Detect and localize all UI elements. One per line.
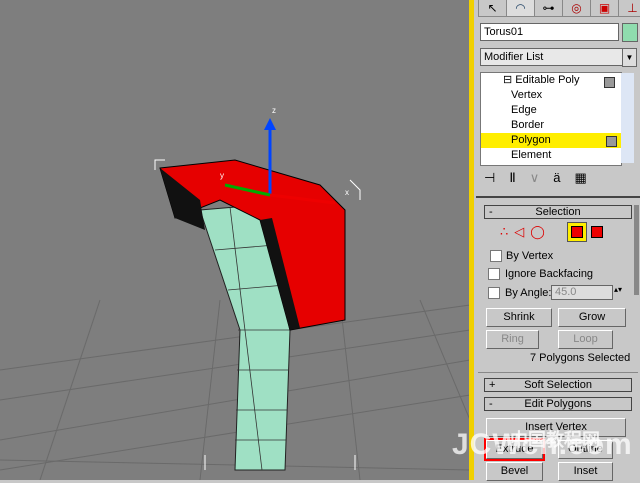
- soft-selection-toggle: +: [489, 379, 496, 391]
- stack-item-element[interactable]: Element: [481, 148, 621, 163]
- motion-icon: ◎: [571, 1, 582, 15]
- by-angle-input[interactable]: 45.0: [551, 285, 613, 300]
- stack-root-label: Editable Poly: [515, 74, 580, 86]
- modifier-stack[interactable]: ⊟ Editable Poly Vertex Edge Border Polyg…: [480, 72, 622, 166]
- utilities-icon: ⊥: [627, 1, 638, 15]
- edit-polygons-toggle: -: [489, 398, 493, 410]
- border-mode-icon[interactable]: ◯: [530, 224, 551, 239]
- create-tab[interactable]: ↖: [478, 0, 507, 17]
- vertex-mode-icon[interactable]: ∴: [500, 224, 514, 239]
- panel-scrollbar[interactable]: [634, 205, 639, 295]
- stack-item-edge[interactable]: Edge: [481, 103, 621, 118]
- modify-tab[interactable]: ◠: [506, 0, 535, 17]
- grow-button[interactable]: Grow: [558, 308, 626, 327]
- element-mode-icon[interactable]: [591, 226, 603, 238]
- by-angle-checkbox[interactable]: [488, 287, 500, 299]
- hierarchy-icon: ⊶: [542, 1, 555, 15]
- soft-selection-title: Soft Selection: [524, 379, 592, 391]
- stack-item-polygon[interactable]: Polygon: [481, 133, 621, 148]
- viewport-perspective[interactable]: z x y: [0, 0, 474, 481]
- hierarchy-tab[interactable]: ⊶: [534, 0, 563, 17]
- pin-stack-icon[interactable]: ⊣: [484, 170, 509, 185]
- ignore-backfacing-label: Ignore Backfacing: [505, 268, 594, 280]
- polygon-label: Polygon: [511, 134, 551, 146]
- stack-toolbar: ⊣Ⅱ∨ä▦: [484, 170, 601, 186]
- selection-title: Selection: [535, 206, 581, 218]
- angle-spinner[interactable]: ▴▾: [614, 285, 622, 294]
- modifier-list-label: Modifier List: [484, 51, 544, 63]
- axis-y-label: y: [220, 171, 224, 180]
- display-tab[interactable]: ▣: [590, 0, 619, 17]
- selection-status: 7 Polygons Selected: [530, 352, 631, 364]
- shrink-button[interactable]: Shrink: [486, 308, 552, 327]
- remove-modifier-icon[interactable]: ä: [553, 170, 574, 185]
- watermark-cn: 中国教程网: [510, 430, 600, 450]
- by-vertex-label: By Vertex: [506, 250, 554, 262]
- by-angle-label: By Angle:: [505, 287, 552, 299]
- object-name-input[interactable]: Torus01: [480, 23, 619, 41]
- home-grid: [0, 299, 471, 481]
- modifier-list-dropdown[interactable]: Modifier List: [480, 48, 625, 66]
- by-vertex-checkbox[interactable]: [490, 250, 502, 262]
- utilities-tab[interactable]: ⊥: [618, 0, 640, 17]
- polygon-icon: [571, 226, 583, 238]
- stack-item-editable-poly[interactable]: ⊟ Editable Poly: [481, 73, 621, 88]
- modify-icon: ◠: [515, 1, 526, 15]
- show-end-result-icon[interactable]: Ⅱ: [509, 170, 529, 185]
- command-panel: ↖ ◠ ⊶ ◎ ▣ ⊥ Torus01 Modifier List ▼ ⊟ Ed…: [476, 0, 640, 481]
- configure-modifier-sets-icon[interactable]: ▦: [574, 170, 600, 185]
- selection-rollout-header[interactable]: - Selection: [484, 205, 632, 219]
- loop-button[interactable]: Loop: [558, 330, 613, 349]
- stack-item-border[interactable]: Border: [481, 118, 621, 133]
- stack-scrollbar[interactable]: [621, 73, 634, 163]
- object-color-swatch[interactable]: [622, 23, 638, 42]
- make-unique-icon[interactable]: ∨: [530, 170, 554, 185]
- motion-tab[interactable]: ◎: [562, 0, 591, 17]
- dropdown-arrow-icon[interactable]: ▼: [622, 48, 637, 67]
- bevel-button[interactable]: Bevel: [486, 462, 543, 481]
- soft-selection-rollout-header[interactable]: + Soft Selection: [484, 378, 632, 392]
- axis-z-label: z: [272, 106, 276, 115]
- axis-x-label: x: [345, 188, 349, 197]
- edit-polygons-title: Edit Polygons: [524, 398, 592, 410]
- polygon-mode-button[interactable]: [567, 222, 587, 242]
- ignore-backfacing-checkbox[interactable]: [488, 268, 500, 280]
- viewport-scene: z x y: [0, 106, 471, 481]
- edge-mode-icon[interactable]: ◁: [514, 224, 530, 239]
- display-icon: ▣: [598, 1, 611, 15]
- ring-button[interactable]: Ring: [486, 330, 539, 349]
- edit-polygons-rollout-header[interactable]: - Edit Polygons: [484, 397, 632, 411]
- active-viewport-border: [469, 0, 474, 480]
- stack-item-vertex[interactable]: Vertex: [481, 88, 621, 103]
- create-icon: ↖: [487, 1, 498, 15]
- inset-button[interactable]: Inset: [558, 462, 613, 481]
